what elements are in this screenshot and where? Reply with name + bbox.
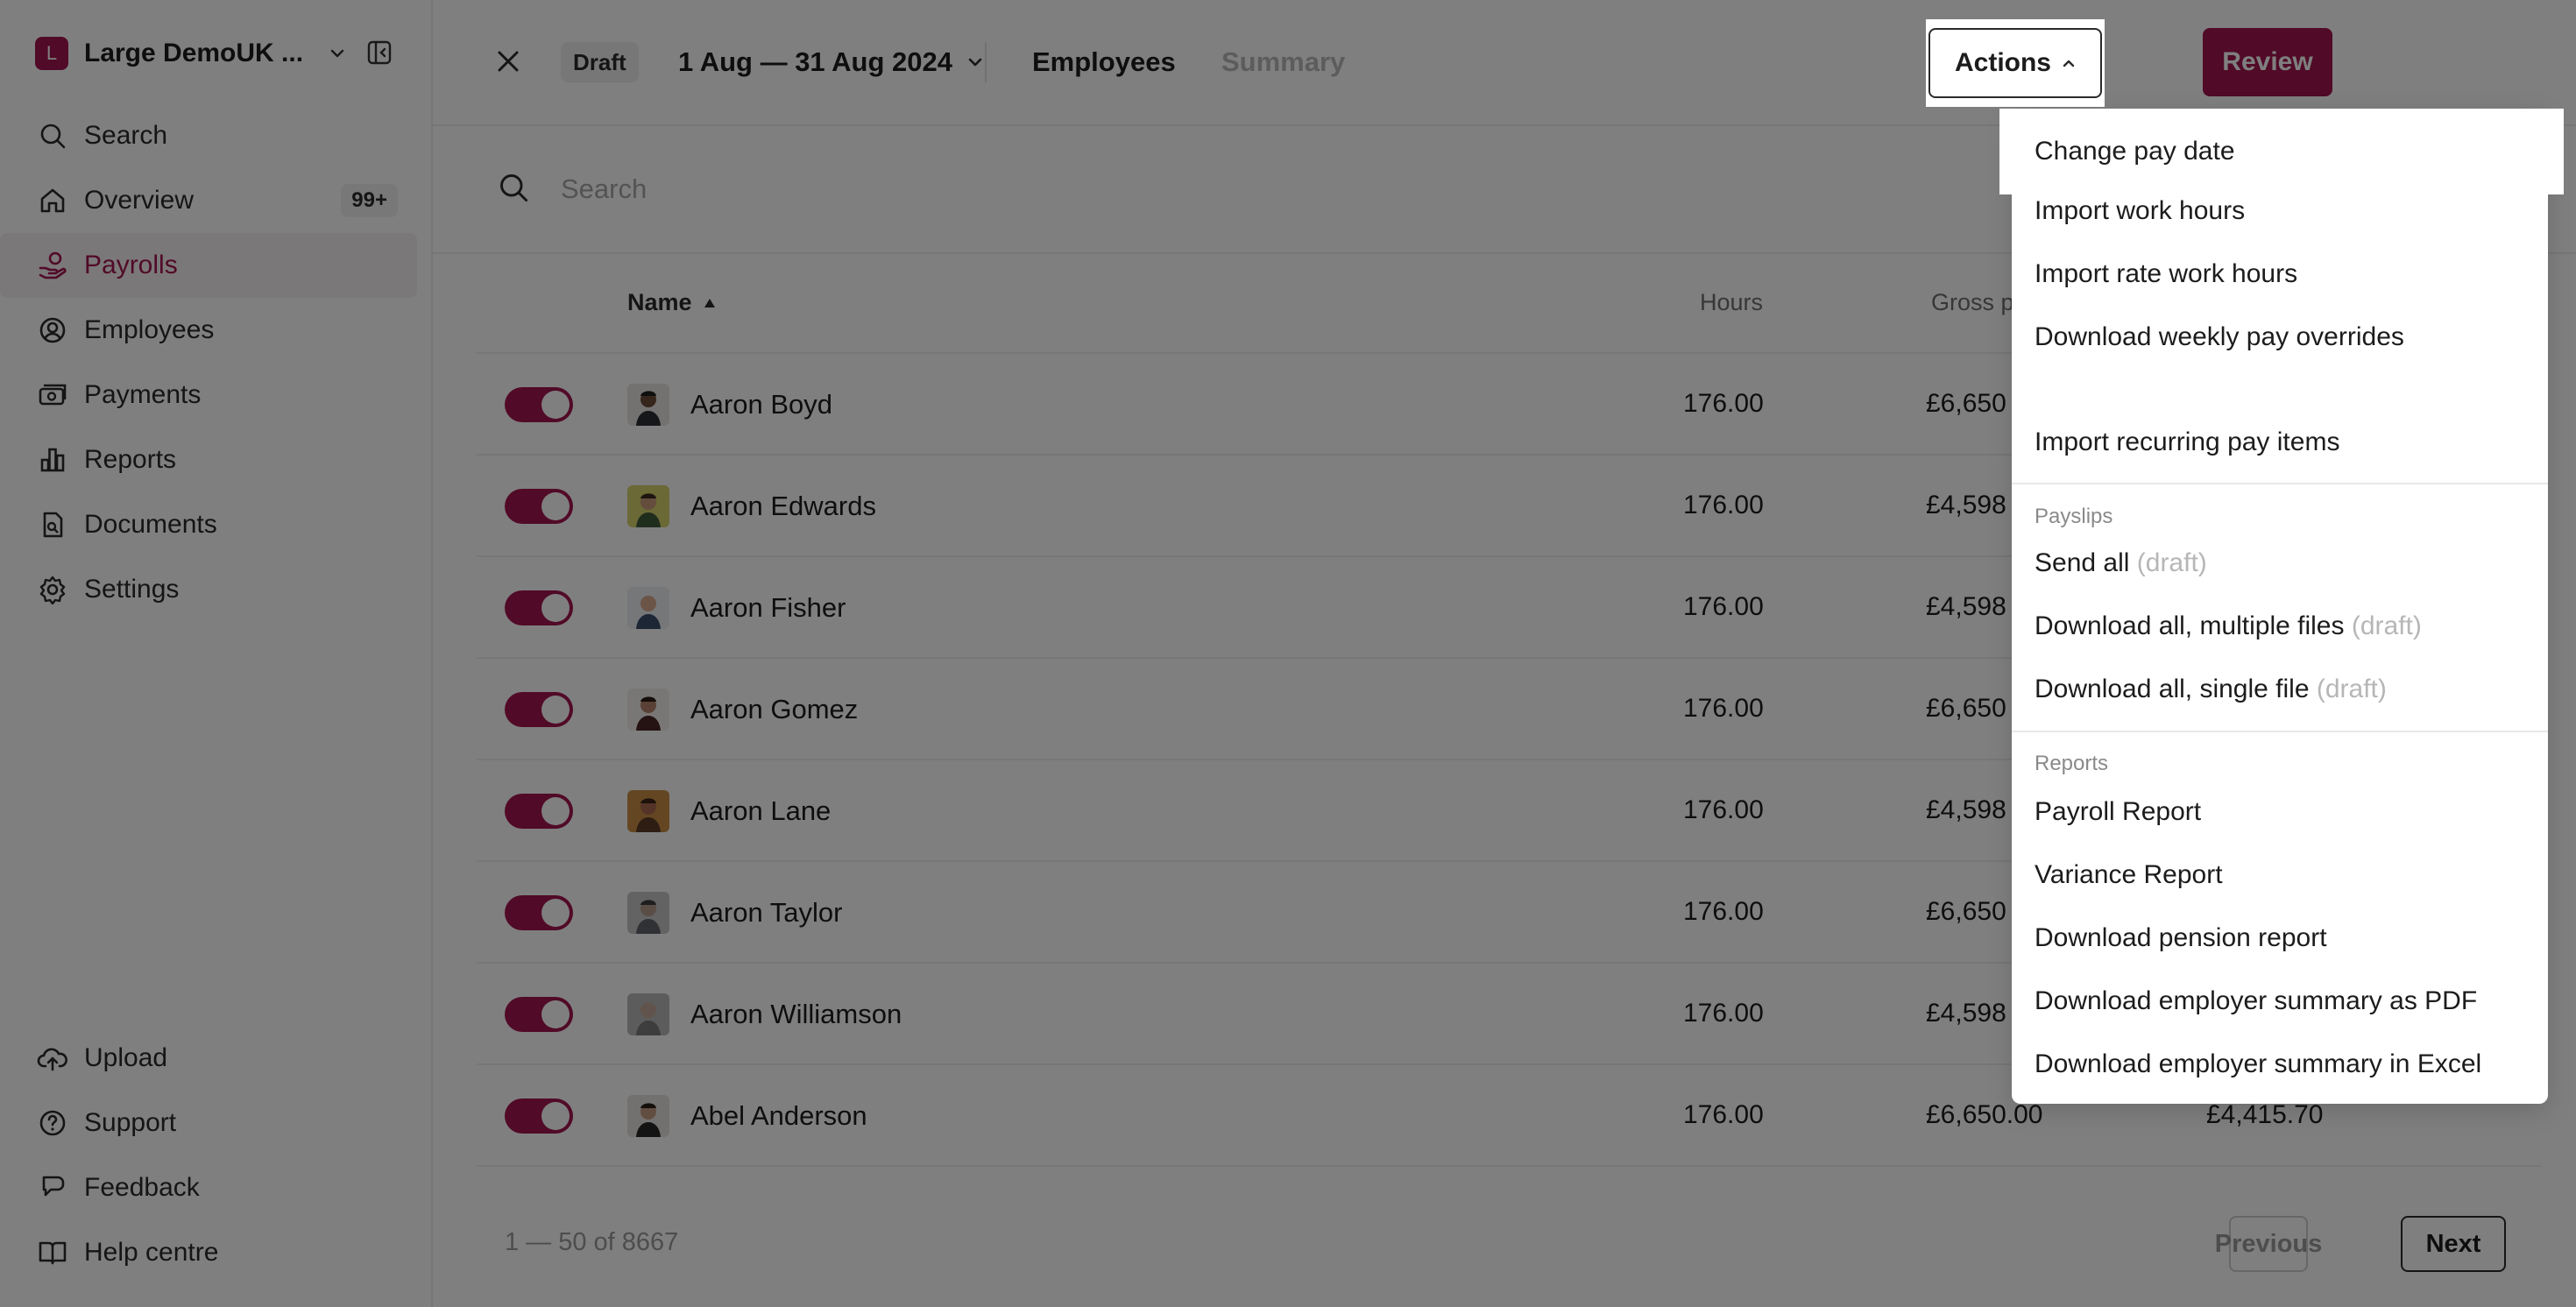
actions-menu: Import work hours Import rate work hours… <box>2012 109 2548 1104</box>
menu-section-reports: Reports <box>2035 752 2109 775</box>
menu-item-download-weekly-pay-overrides[interactable]: Download weekly pay overrides <box>2035 322 2404 352</box>
menu-section-payslips: Payslips <box>2035 505 2113 528</box>
menu-item-download-employer-summary-pdf[interactable]: Download employer summary as PDF <box>2035 986 2477 1016</box>
actions-button-label: Actions <box>1954 48 2051 77</box>
menu-item-send-all[interactable]: Send all (draft) <box>2035 548 2207 578</box>
menu-divider <box>2012 483 2548 484</box>
menu-item-import-work-hours[interactable]: Import work hours <box>2035 196 2245 226</box>
menu-item-import-recurring-pay-items[interactable]: Import recurring pay items <box>2035 427 2339 457</box>
menu-item-download-employer-summary-excel[interactable]: Download employer summary in Excel <box>2035 1049 2481 1079</box>
menu-item-variance-report[interactable]: Variance Report <box>2035 860 2223 890</box>
actions-button[interactable]: Actions <box>1928 28 2102 98</box>
menu-item-label: Change pay date <box>2035 137 2235 166</box>
menu-item-download-pension-report[interactable]: Download pension report <box>2035 923 2327 953</box>
menu-item-download-all-multiple[interactable]: Download all, multiple files (draft) <box>2035 611 2422 641</box>
menu-item-change-pay-date[interactable]: Change pay date <box>1999 109 2564 194</box>
menu-item-import-rate-work-hours[interactable]: Import rate work hours <box>2035 259 2297 289</box>
menu-item-download-all-single[interactable]: Download all, single file (draft) <box>2035 675 2387 704</box>
menu-item-payroll-report[interactable]: Payroll Report <box>2035 797 2201 827</box>
menu-divider <box>2012 731 2548 732</box>
chevron-up-icon <box>2063 60 2075 67</box>
actions-button-focus: Actions <box>1926 19 2105 107</box>
